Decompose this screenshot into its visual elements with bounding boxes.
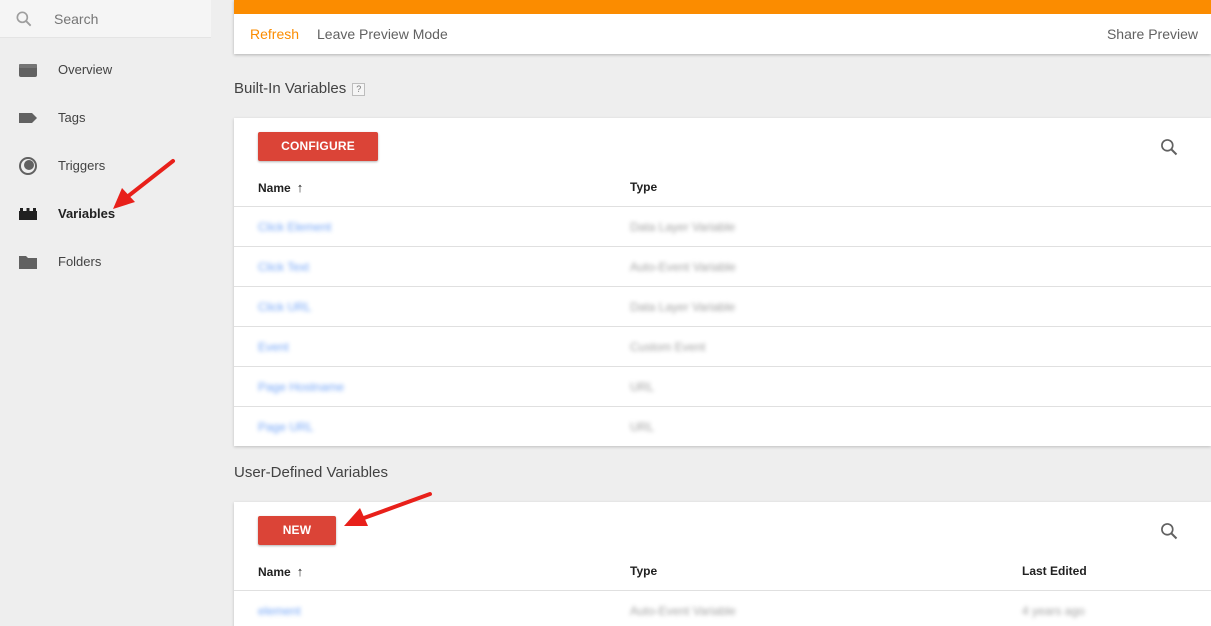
variable-type: Auto-Event Variable <box>630 260 736 274</box>
search-icon <box>16 11 32 27</box>
builtin-variables-card: CONFIGURE Name ↑ Type Click Element Data … <box>234 118 1211 446</box>
variable-name-link[interactable]: Click Text <box>258 260 309 274</box>
sidebar: Search Overview Tags Triggers Variables <box>0 0 211 626</box>
column-header-name[interactable]: Name ↑ <box>258 180 303 195</box>
folder-icon <box>19 256 37 269</box>
variables-icon <box>19 208 37 220</box>
column-header-type[interactable]: Type <box>630 180 657 194</box>
sidebar-item-label: Triggers <box>58 158 106 173</box>
sidebar-item-label: Folders <box>58 254 102 269</box>
variable-type: URL <box>630 420 655 434</box>
variable-name-link[interactable]: Click Element <box>258 220 331 234</box>
last-edited-value: 4 years ago <box>1022 604 1085 618</box>
new-variable-button[interactable]: NEW <box>258 516 336 545</box>
table-row[interactable]: element Auto-Event Variable 4 years ago <box>234 591 1211 626</box>
search-placeholder: Search <box>54 11 99 27</box>
share-preview-link[interactable]: Share Preview <box>1107 26 1198 42</box>
variable-name-link[interactable]: element <box>258 604 301 618</box>
variable-name-link[interactable]: Event <box>258 340 289 354</box>
tag-icon <box>19 113 37 123</box>
search-icon[interactable] <box>1159 521 1179 541</box>
refresh-link[interactable]: Refresh <box>250 26 299 42</box>
user-defined-variables-title: User-Defined Variables <box>234 464 388 481</box>
help-icon[interactable]: ? <box>352 82 366 96</box>
overview-icon <box>19 64 37 77</box>
sidebar-item-triggers[interactable]: Triggers <box>0 142 211 190</box>
search-icon[interactable] <box>1159 137 1179 157</box>
variable-name-link[interactable]: Click URL <box>258 300 311 314</box>
variable-type: Auto-Event Variable <box>630 604 736 618</box>
user-defined-variables-card: NEW Name ↑ Type Last Edited element Auto-… <box>234 502 1211 626</box>
sidebar-item-tags[interactable]: Tags <box>0 94 211 142</box>
sidebar-item-label: Tags <box>58 110 86 125</box>
preview-mode-strip <box>234 0 1211 14</box>
trigger-icon <box>19 157 37 175</box>
table-row[interactable]: Page URL URL <box>234 407 1211 447</box>
sidebar-item-overview[interactable]: Overview <box>0 46 211 94</box>
leave-preview-link[interactable]: Leave Preview Mode <box>317 26 448 42</box>
variable-name-link[interactable]: Page Hostname <box>258 380 344 394</box>
variable-name-link[interactable]: Page URL <box>258 420 313 434</box>
column-header-label: Name <box>258 181 291 195</box>
table-row[interactable]: Click Text Auto-Event Variable <box>234 247 1211 287</box>
sidebar-item-label: Variables <box>58 206 116 221</box>
variable-type: Custom Event <box>630 340 706 354</box>
column-header-label: Name <box>258 565 291 579</box>
sidebar-item-variables[interactable]: Variables <box>0 190 211 238</box>
configure-button[interactable]: CONFIGURE <box>258 132 378 161</box>
sort-arrow-icon: ↑ <box>296 180 304 195</box>
builtin-variables-title: Built-In Variables? <box>234 80 366 97</box>
sidebar-item-folders[interactable]: Folders <box>0 238 211 286</box>
sidebar-search[interactable]: Search <box>0 0 211 38</box>
sidebar-item-label: Overview <box>58 62 113 77</box>
preview-bar: Refresh Leave Preview Mode Share Preview <box>234 0 1211 54</box>
column-header-last-edited[interactable]: Last Edited <box>1022 564 1087 578</box>
table-row[interactable]: Click URL Data Layer Variable <box>234 287 1211 327</box>
builtin-title-text: Built-In Variables <box>234 80 347 97</box>
variable-type: Data Layer Variable <box>630 300 736 314</box>
table-row[interactable]: Event Custom Event <box>234 327 1211 367</box>
variable-type: Data Layer Variable <box>630 220 736 234</box>
column-header-type[interactable]: Type <box>630 564 657 578</box>
column-header-name[interactable]: Name ↑ <box>258 564 303 579</box>
variable-type: URL <box>630 380 655 394</box>
sort-arrow-icon: ↑ <box>296 564 304 579</box>
table-row[interactable]: Click Element Data Layer Variable <box>234 207 1211 247</box>
table-row[interactable]: Page Hostname URL <box>234 367 1211 407</box>
